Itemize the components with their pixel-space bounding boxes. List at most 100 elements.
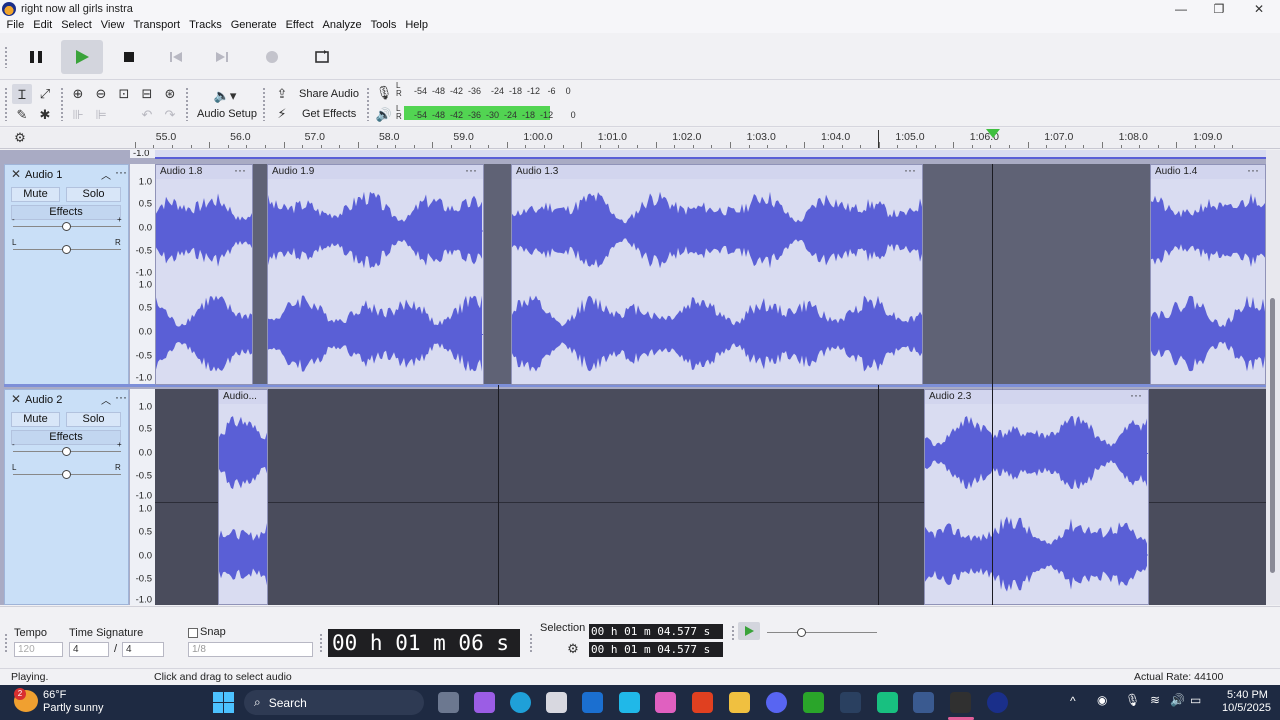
security-icon[interactable] (913, 692, 934, 713)
toolbar-grip[interactable] (60, 87, 64, 121)
collapse-track-icon[interactable]: ︿ (101, 392, 111, 407)
skip-to-end-button[interactable] (201, 40, 243, 74)
play-button[interactable] (61, 40, 103, 74)
silence-icon[interactable]: ⊫ (91, 105, 111, 125)
play-at-speed-button[interactable] (738, 622, 760, 640)
zoom-in-icon[interactable]: ⊕ (68, 84, 88, 104)
nvidia-app-icon[interactable] (877, 692, 898, 713)
clip-audio-1-8[interactable]: Audio 1.8 ··· (155, 163, 253, 385)
track-name[interactable]: Audio 1 (25, 169, 62, 181)
audacity-taskbar-icon[interactable] (987, 692, 1008, 713)
microphone-icon[interactable]: 🎙 (374, 83, 394, 103)
clock-time[interactable]: 5:40 PM (1227, 689, 1268, 701)
clip-audio-2-partial[interactable]: Audio... (218, 389, 268, 605)
tray-microphone-icon[interactable]: 🎙 (1125, 693, 1140, 707)
steam-icon[interactable] (840, 692, 861, 713)
loop-button[interactable] (301, 40, 343, 74)
tempo-input[interactable]: 120 (14, 642, 63, 657)
timeline-ruler[interactable]: ⚙ 55.0 56.0 57.0 58.0 59.0 1:00.0 1:01.0 1:02.0… (0, 128, 1280, 149)
toolbar-grip[interactable] (319, 633, 323, 653)
pause-button[interactable] (15, 40, 57, 74)
clip-audio-1-4[interactable]: Audio 1.4 ··· (1150, 163, 1266, 385)
clip-audio-1-3[interactable]: Audio 1.3 ··· (511, 163, 923, 385)
gain-slider-knob[interactable] (62, 222, 71, 231)
draw-tool-icon[interactable]: ✎ (12, 105, 32, 125)
playback-meter-scale[interactable]: -54 -48 -42 -36 -30 -24 -18 -12 0 (414, 110, 576, 120)
volume-icon[interactable]: 🔊 (1170, 693, 1185, 707)
skip-to-start-button[interactable] (155, 40, 197, 74)
discord-icon[interactable] (766, 692, 787, 713)
menu-select[interactable]: Select (57, 19, 97, 31)
track-menu-icon[interactable]: ··· (115, 390, 127, 404)
share-audio-button[interactable]: Share Audio (299, 88, 359, 100)
toolbar-grip[interactable] (731, 625, 735, 641)
clip-menu-icon[interactable]: ··· (904, 163, 916, 177)
effects-button[interactable]: Effects (11, 430, 121, 445)
play-head-icon[interactable] (986, 129, 1000, 139)
gain-slider-knob[interactable] (62, 447, 71, 456)
undo-icon[interactable]: ↶ (137, 105, 157, 125)
store-icon[interactable] (546, 692, 567, 713)
pan-slider-knob[interactable] (62, 245, 71, 254)
epic-games-icon[interactable] (950, 692, 971, 713)
brave-browser-icon[interactable] (692, 692, 713, 713)
clip-menu-icon[interactable]: ··· (1247, 163, 1259, 177)
effects-button[interactable]: Effects (11, 205, 121, 220)
get-effects-button[interactable]: Get Effects (302, 108, 356, 120)
windows-start-icon[interactable] (213, 692, 234, 713)
snap-checkbox[interactable] (188, 628, 198, 638)
menu-view[interactable]: View (96, 19, 129, 31)
menu-help[interactable]: Help (401, 19, 433, 31)
close-track-icon[interactable]: ✕ (11, 167, 21, 181)
selection-settings-icon[interactable]: ⚙ (563, 639, 583, 659)
snap-dropdown[interactable]: 1/8 (188, 642, 313, 657)
menu-analyze[interactable]: Analyze (318, 19, 366, 31)
multi-tool-icon[interactable]: ✱ (35, 105, 55, 125)
toolbar-grip[interactable] (4, 633, 8, 653)
play-speed-slider-knob[interactable] (797, 628, 806, 637)
task-view-icon[interactable] (438, 692, 459, 713)
track-control-panel-audio-2[interactable]: ✕ Audio 2 ︿ ··· Mute Solo Effects - + L … (4, 389, 129, 605)
menu-effect[interactable]: Effect (281, 19, 318, 31)
track-menu-icon[interactable]: ··· (115, 165, 127, 179)
maximize-button[interactable]: ❐ (1200, 0, 1238, 17)
menu-tracks[interactable]: Tracks (185, 19, 227, 31)
solo-button[interactable]: Solo (66, 412, 121, 427)
selection-start-time[interactable]: 00 h 01 m 04.577 s (589, 624, 723, 639)
weather-desc[interactable]: Partly sunny (43, 702, 104, 714)
weather-temp[interactable]: 66°F (43, 689, 66, 701)
toolbar-grip[interactable] (4, 46, 8, 68)
tray-overflow-icon[interactable]: ^ (1070, 694, 1076, 708)
copilot-icon[interactable] (474, 692, 495, 713)
menu-transport[interactable]: Transport (129, 19, 185, 31)
solo-button[interactable]: Solo (66, 187, 121, 202)
play-speed-slider-track[interactable] (767, 632, 877, 633)
speaker-icon[interactable]: 🔊 (374, 105, 394, 125)
menu-file[interactable]: File (2, 19, 29, 31)
fit-project-icon[interactable]: ⊟ (137, 84, 157, 104)
time-signature-numerator[interactable]: 4 (69, 642, 109, 657)
mute-button[interactable]: Mute (11, 412, 60, 427)
redo-icon[interactable]: ↷ (160, 105, 180, 125)
photos-icon[interactable] (582, 692, 603, 713)
zoom-toggle-icon[interactable]: ⊛ (160, 84, 180, 104)
snap-label[interactable]: Snap (200, 626, 226, 638)
close-window-button[interactable]: ✕ (1240, 0, 1278, 17)
record-button[interactable] (251, 40, 293, 74)
clip-menu-icon[interactable]: ··· (465, 163, 477, 177)
track-name[interactable]: Audio 2 (25, 394, 62, 406)
collapse-track-icon[interactable]: ︿ (101, 167, 111, 182)
zoom-out-icon[interactable]: ⊖ (91, 84, 111, 104)
time-display[interactable]: 00 h 01 m 06 s (328, 629, 520, 657)
clip-menu-icon[interactable]: ··· (234, 163, 246, 177)
stop-button[interactable] (108, 40, 150, 74)
wifi-icon[interactable]: ≋ (1150, 693, 1160, 707)
clock-date[interactable]: 10/5/2025 (1222, 702, 1271, 714)
toolbar-grip[interactable] (185, 87, 189, 121)
track-control-panel-audio-1[interactable]: ✕ Audio 1 ︿ ··· Mute Solo Effects - + L … (4, 164, 129, 385)
audio-setup-icon[interactable]: 🔈▾ (210, 86, 240, 106)
menu-tools[interactable]: Tools (366, 19, 401, 31)
selection-tool-icon[interactable]: Ɪ (12, 84, 32, 104)
battery-icon[interactable]: ▭ (1190, 693, 1201, 707)
record-meter-scale[interactable]: -54 -48 -42 -36 -24 -18 -12 -6 0 (414, 86, 571, 96)
